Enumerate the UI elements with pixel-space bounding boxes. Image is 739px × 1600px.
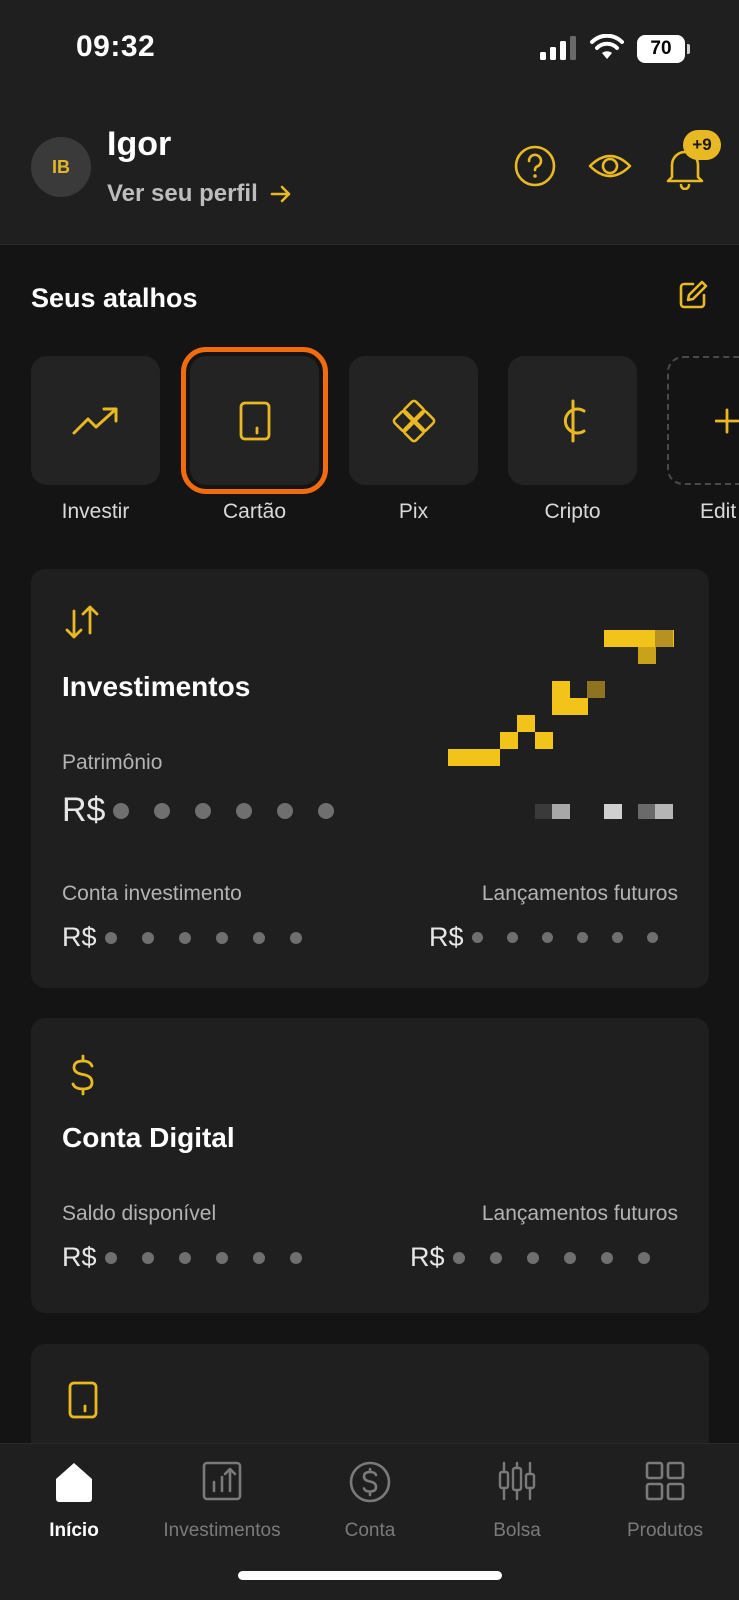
shortcut-investir-label: Investir bbox=[61, 500, 130, 523]
wifi-icon bbox=[590, 34, 624, 59]
battery-indicator: 70 bbox=[637, 35, 685, 63]
avatar[interactable]: IB bbox=[31, 137, 91, 197]
investment-chart-icon bbox=[202, 1461, 242, 1501]
saldo-label: Saldo disponível bbox=[62, 1202, 217, 1225]
status-bar: 09:32 70 bbox=[0, 0, 739, 100]
view-profile-link[interactable]: Ver seu perfil bbox=[107, 180, 292, 208]
digital-account-title: Conta Digital bbox=[62, 1122, 235, 1153]
status-time: 09:32 bbox=[76, 30, 156, 63]
view-profile-label: Ver seu perfil bbox=[107, 180, 258, 207]
shortcuts-title: Seus atalhos bbox=[31, 283, 198, 313]
shortcut-cripto-label: Cripto bbox=[544, 500, 601, 523]
shortcut-edit-label: Edit bbox=[700, 500, 737, 523]
nav-inicio-label: Início bbox=[49, 1520, 99, 1541]
shortcut-cartao[interactable] bbox=[181, 347, 328, 494]
shortcut-cripto[interactable] bbox=[508, 356, 637, 485]
investments-card[interactable]: Investimentos Patrimônio R$ Conta invest… bbox=[31, 569, 709, 988]
eye-icon[interactable] bbox=[587, 144, 633, 188]
account-future-value-hidden: R$ bbox=[410, 1242, 650, 1273]
currency-symbol: R$ bbox=[62, 791, 106, 829]
home-indicator[interactable] bbox=[238, 1571, 502, 1580]
shortcut-pix-label: Pix bbox=[398, 500, 429, 523]
shortcut-investir[interactable] bbox=[31, 356, 160, 485]
pix-icon bbox=[392, 399, 435, 442]
saldo-value-hidden: R$ bbox=[62, 1242, 302, 1273]
home-icon bbox=[56, 1463, 92, 1502]
conta-investimento-value-hidden: R$ bbox=[62, 922, 302, 953]
dollar-circle-icon bbox=[349, 1461, 391, 1503]
hidden-balance-dots bbox=[113, 802, 335, 819]
investments-future-label: Lançamentos futuros bbox=[481, 882, 678, 905]
cellular-signal-icon bbox=[540, 36, 576, 60]
user-name: Igor bbox=[107, 125, 172, 163]
transfer-arrows-icon bbox=[65, 605, 99, 639]
crypto-icon bbox=[563, 399, 585, 442]
digital-account-card[interactable]: Conta Digital Saldo disponível Lançament… bbox=[31, 1018, 709, 1313]
shortcut-edit[interactable] bbox=[667, 356, 739, 485]
battery-nub bbox=[687, 44, 690, 54]
nav-conta-label: Conta bbox=[344, 1520, 396, 1541]
nav-investimentos-label: Investimentos bbox=[163, 1520, 281, 1541]
card-icon bbox=[68, 1381, 98, 1419]
trending-up-icon bbox=[72, 407, 117, 434]
investments-future-value-hidden: R$ bbox=[429, 922, 658, 953]
patrimonio-value-hidden: R$ bbox=[62, 791, 335, 830]
profile-header: IB Igor Ver seu perfil +9 bbox=[0, 100, 739, 245]
account-future-label: Lançamentos futuros bbox=[481, 1202, 678, 1225]
investments-title: Investimentos bbox=[62, 671, 251, 702]
notification-badge: +9 bbox=[683, 130, 721, 160]
shortcut-cartao-label: Cartão bbox=[222, 500, 287, 523]
grid-icon bbox=[645, 1461, 685, 1501]
candlestick-icon bbox=[498, 1461, 536, 1501]
edit-shortcuts-icon[interactable] bbox=[677, 279, 709, 311]
nav-produtos-label: Produtos bbox=[626, 1520, 704, 1541]
help-circle-icon[interactable] bbox=[513, 144, 557, 188]
arrow-right-icon bbox=[270, 185, 291, 203]
card-icon bbox=[239, 401, 270, 440]
nav-bolsa-label: Bolsa bbox=[493, 1520, 541, 1541]
patrimonio-label: Patrimônio bbox=[62, 751, 163, 774]
plus-icon bbox=[715, 408, 739, 433]
conta-investimento-label: Conta investimento bbox=[62, 882, 242, 905]
shortcut-pix[interactable] bbox=[349, 356, 478, 485]
dollar-icon bbox=[71, 1054, 94, 1096]
